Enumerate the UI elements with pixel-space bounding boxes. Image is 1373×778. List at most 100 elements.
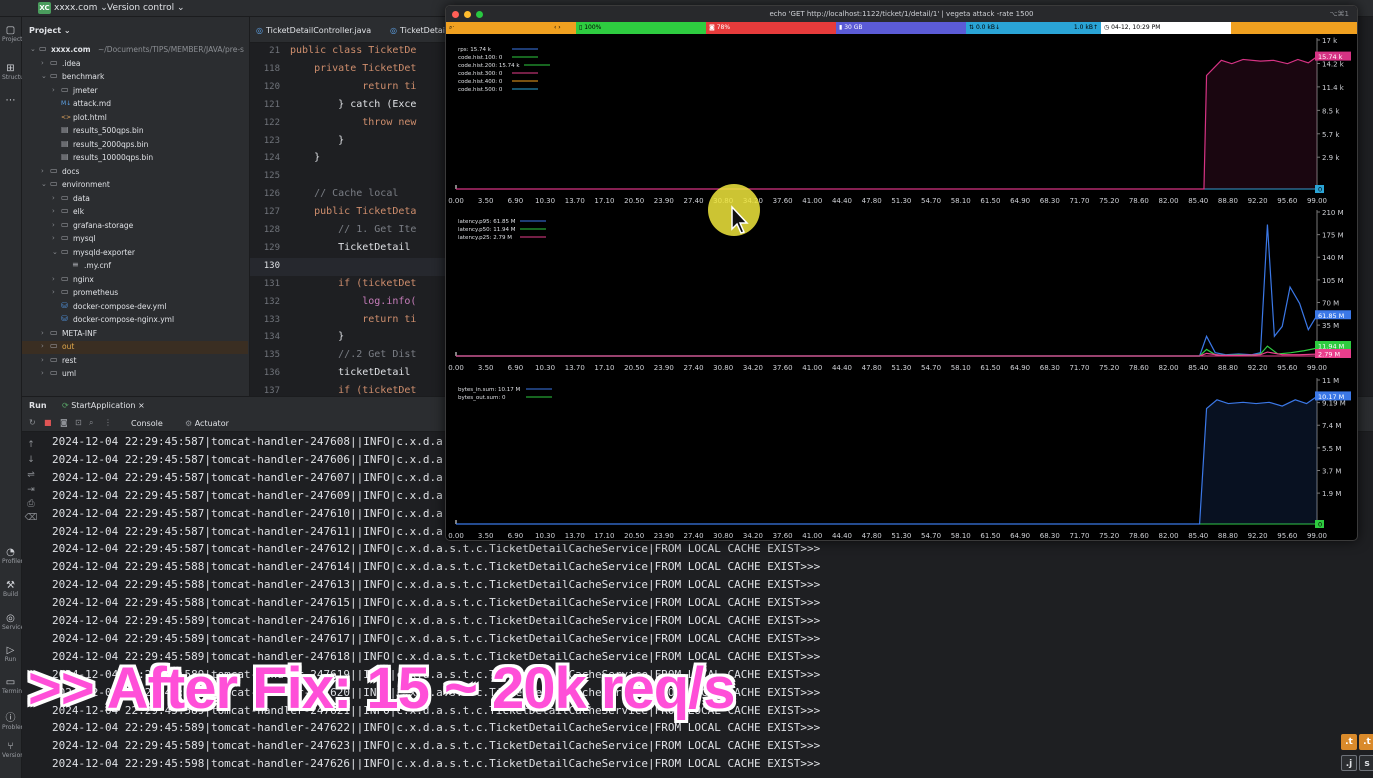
chevron-right-icon[interactable]: › xyxy=(41,59,44,67)
tree-item[interactable]: › ▭ META-INF xyxy=(22,328,248,341)
toggle-j-icon[interactable]: .j xyxy=(1341,755,1357,771)
tool-window-button[interactable]: ⊞ Structure xyxy=(2,63,30,81)
tab-ticket-detail-controller[interactable]: ◎ TicketDetailController.java xyxy=(256,26,371,35)
chevron-right-icon[interactable]: › xyxy=(52,194,55,202)
tree-item[interactable]: › ▭ out xyxy=(22,341,248,354)
scroll-to-end-icon[interactable]: ⇥ xyxy=(24,485,38,495)
scroll-up-icon[interactable]: ↑ xyxy=(24,440,38,450)
rerun-icon[interactable]: ↻ xyxy=(29,418,36,427)
tree-item[interactable]: › ▭ grafana-storage xyxy=(22,220,248,233)
legend-entry: code.hist.100: 0 xyxy=(458,55,503,61)
tree-item[interactable]: › ▭ data xyxy=(22,193,248,206)
x-tick-label: 58.10 xyxy=(951,364,971,372)
chevron-down-icon[interactable]: ⌄ xyxy=(52,248,58,256)
tree-item[interactable]: ⌄ ▭ environment xyxy=(22,179,248,192)
tree-item[interactable]: › ▭ docs xyxy=(22,166,248,179)
x-tick-label: 51.30 xyxy=(891,532,911,540)
chevron-right-icon[interactable]: › xyxy=(52,234,55,242)
chevron-right-icon[interactable]: › xyxy=(52,221,55,229)
tool-window-button[interactable]: ⑂ Version xyxy=(2,741,24,759)
version-control-menu[interactable]: Version control ⌄ xyxy=(107,3,185,13)
tree-item[interactable]: ▤ results_500qps.bin xyxy=(22,125,248,138)
run-config-tab[interactable]: ⟳ StartApplication × xyxy=(62,401,145,410)
stop-icon[interactable]: ■ xyxy=(44,418,52,427)
tree-item[interactable]: ⛁ docker-compose-dev.yml xyxy=(22,301,248,314)
tab-ticket-detail[interactable]: ◎ TicketDetail xyxy=(390,26,447,35)
chevron-right-icon[interactable]: › xyxy=(52,288,55,296)
chevron-down-icon[interactable]: ⌄ xyxy=(41,180,47,188)
line-number: 137 xyxy=(263,386,280,397)
tool-window-button[interactable]: ◔ Profiler xyxy=(2,547,23,565)
tree-item[interactable]: › ▭ uml xyxy=(22,368,248,381)
config-file-icon: ≡ xyxy=(72,260,79,269)
tool-window-button[interactable]: ⓘ Problems xyxy=(2,709,30,731)
code-text: TicketDetail xyxy=(290,241,417,253)
tree-item[interactable]: <> plot.html xyxy=(22,112,248,125)
actuator-icon: ⚙ xyxy=(185,419,195,428)
toggle-t-icon[interactable]: .t xyxy=(1341,734,1357,750)
tree-item[interactable]: ⌄ ▭ benchmark xyxy=(22,71,248,84)
toggle-s-icon[interactable]: s xyxy=(1359,755,1373,771)
tree-item[interactable]: ⛁ docker-compose-nginx.yml xyxy=(22,314,248,327)
tree-item[interactable]: › ▭ jmeter xyxy=(22,85,248,98)
log-line: 2024-12-04 22:29:45:587|tomcat-handler-2… xyxy=(52,524,456,538)
console-tab[interactable]: Console xyxy=(131,419,163,428)
tool-window-button[interactable]: ▷ Run xyxy=(2,645,19,663)
tool-window-button[interactable]: ▭ Terminal xyxy=(2,677,27,695)
tool-window-button[interactable]: ⚒ Build xyxy=(2,580,19,598)
tree-item[interactable]: › ▭ nginx xyxy=(22,274,248,287)
soft-wrap-icon[interactable]: ⇌ xyxy=(24,470,38,480)
print-icon[interactable]: ⎙ xyxy=(24,499,38,509)
x-tick-label: 3.50 xyxy=(478,197,494,205)
close-icon[interactable] xyxy=(452,11,459,18)
chevron-right-icon[interactable]: › xyxy=(52,275,55,283)
project-panel-title[interactable]: Project ⌄ xyxy=(22,17,249,43)
scroll-down-icon[interactable]: ↓ xyxy=(24,455,38,465)
editor-tabs: ◎ TicketDetailController.java ◎ TicketDeta… xyxy=(250,17,447,43)
project-switcher[interactable]: xxxx.com ⌄ xyxy=(54,3,108,13)
camera-icon[interactable]: ◙ xyxy=(60,418,68,427)
tree-item-label: jmeter xyxy=(73,85,98,95)
tree-item[interactable]: ▤ results_10000qps.bin xyxy=(22,152,248,165)
chevron-right-icon[interactable]: › xyxy=(41,167,44,175)
tree-item[interactable]: › ▭ .idea xyxy=(22,58,248,71)
tree-item[interactable]: › ▭ prometheus xyxy=(22,287,248,300)
tree-item[interactable]: ≡ .my.cnf xyxy=(22,260,248,273)
zoom-icon[interactable] xyxy=(476,11,483,18)
chevron-down-icon[interactable]: ⌄ xyxy=(30,45,36,53)
chevron-right-icon[interactable]: › xyxy=(52,86,55,94)
tree-item[interactable]: › ▭ elk xyxy=(22,206,248,219)
chevron-right-icon[interactable]: › xyxy=(41,356,44,364)
tool-window-button[interactable]: ◎ Services xyxy=(2,613,27,631)
more-options-icon[interactable]: ⋮ xyxy=(104,418,112,427)
tree-item[interactable]: M↓ attack.md xyxy=(22,98,248,111)
toggle-t-icon[interactable]: .t xyxy=(1359,734,1373,750)
restore-layout-icon[interactable]: ⊡ xyxy=(75,418,82,427)
x-tick-label: 82.00 xyxy=(1159,197,1179,205)
file-icon: ▤ xyxy=(61,152,69,161)
y-tick-label: 3.7 M xyxy=(1322,467,1341,475)
tree-item[interactable]: ▤ results_2000qps.bin xyxy=(22,139,248,152)
tree-item[interactable]: ⌄ ▭ xxxx.com ~/Documents/TIPS/MEMBER/JAVA/p… xyxy=(22,44,248,57)
chevron-right-icon[interactable]: › xyxy=(41,369,44,377)
chevron-down-icon[interactable]: ⌄ xyxy=(41,72,47,80)
chevron-right-icon[interactable]: › xyxy=(41,329,44,337)
html-file-icon: <> xyxy=(61,113,72,121)
tree-item[interactable]: ⌄ ▭ mysqld-exporter xyxy=(22,247,248,260)
tool-window-button[interactable]: ▢ Project xyxy=(2,25,23,43)
chevron-right-icon[interactable]: › xyxy=(52,207,55,215)
trash-icon[interactable]: ⌫ xyxy=(24,513,38,523)
tree-item[interactable]: › ▭ mysql xyxy=(22,233,248,246)
minimize-icon[interactable] xyxy=(464,11,471,18)
tree-item[interactable]: › ▭ rest xyxy=(22,355,248,368)
chevron-right-icon[interactable]: › xyxy=(41,342,44,350)
cpu-meter: ▯ 100% xyxy=(576,22,706,34)
actuator-tab[interactable]: ⚙ Actuator xyxy=(185,419,229,428)
x-tick-label: 44.40 xyxy=(832,364,852,372)
network-icon: ⇅ xyxy=(969,24,976,31)
filter-icon[interactable]: ⌕ xyxy=(89,418,93,428)
tool-window-button[interactable]: ⋯ xyxy=(2,95,19,106)
tool-window-label: Build xyxy=(2,591,19,598)
x-tick-label: 37.60 xyxy=(773,532,793,540)
x-tick-label: 85.40 xyxy=(1188,197,1208,205)
